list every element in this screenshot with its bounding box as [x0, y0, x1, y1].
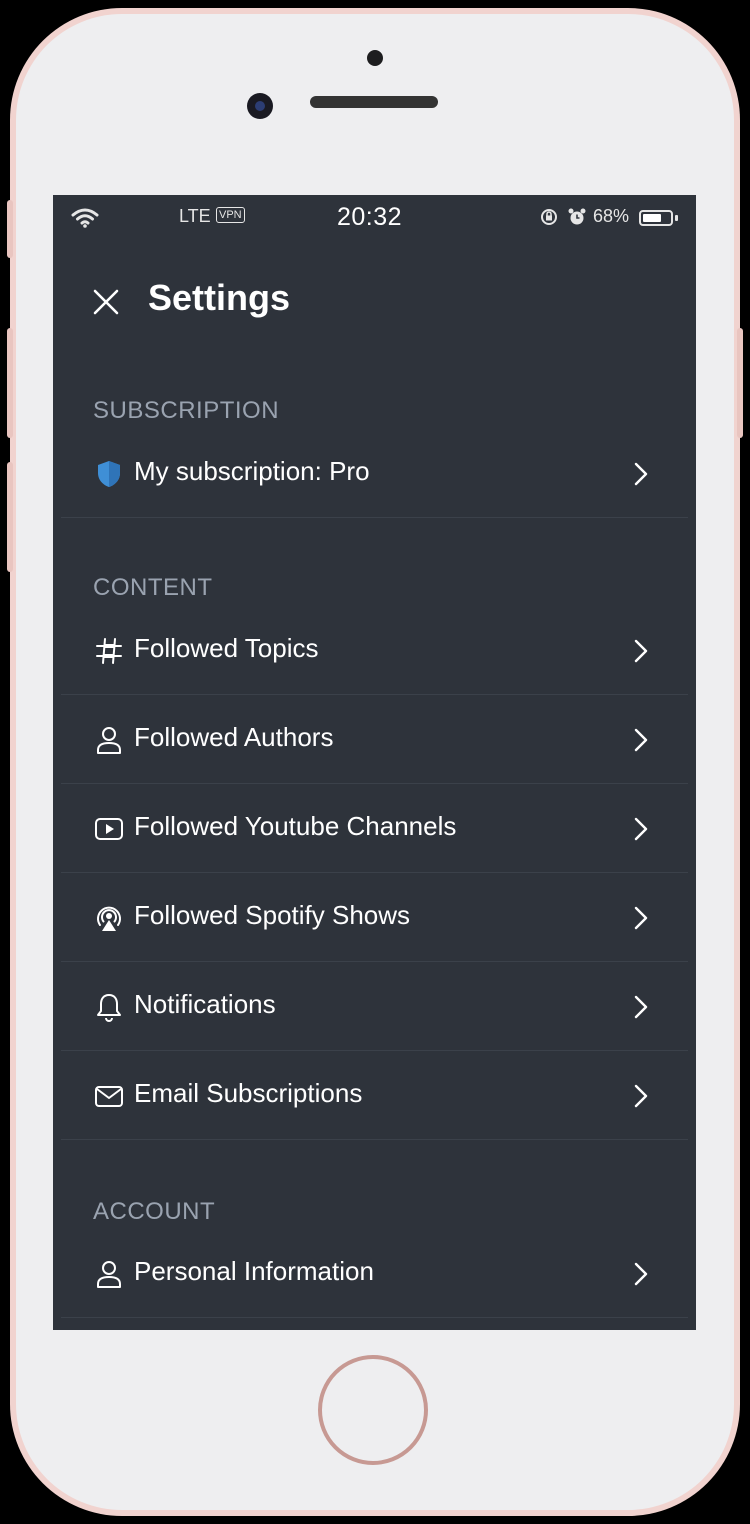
row-label: Notifications [134, 989, 276, 1019]
settings-row-personal-information[interactable]: Personal Information [61, 1229, 688, 1318]
network-type: LTE [179, 206, 211, 226]
settings-row-followed-topics[interactable]: Followed Topics [61, 606, 688, 695]
chevron-right-icon [634, 995, 648, 1019]
status-bar: LTE VPN 20:32 68% [53, 195, 696, 243]
battery-icon [639, 210, 673, 226]
hashtag-icon [96, 638, 122, 664]
row-label: Followed Topics [134, 633, 319, 663]
chevron-right-icon [634, 1262, 648, 1286]
section-label-account: ACCOUNT [93, 1198, 216, 1225]
orientation-lock-icon [541, 209, 557, 225]
chevron-right-icon [634, 462, 648, 486]
podcast-icon [97, 906, 121, 931]
row-label: Personal Information [134, 1256, 374, 1286]
volume-up-button [7, 328, 13, 438]
proximity-sensor [367, 50, 383, 66]
section-label-subscription: SUBSCRIPTION [93, 397, 280, 424]
settings-row-followed-authors[interactable]: Followed Authors [61, 695, 688, 784]
vpn-badge: VPN [216, 207, 245, 223]
alarm-icon [568, 208, 586, 225]
chevron-right-icon [634, 817, 648, 841]
battery-percent: 68% [593, 206, 630, 226]
front-camera [247, 93, 273, 119]
volume-down-button [7, 462, 13, 572]
status-time: 20:32 [337, 203, 403, 231]
settings-row-email-subscriptions[interactable]: Email Subscriptions [61, 1051, 688, 1140]
chevron-right-icon [634, 906, 648, 930]
settings-screen: LTE VPN 20:32 68% Settings SUBSCRIPTION … [53, 195, 696, 1330]
youtube-play-icon [95, 818, 123, 840]
section-label-content: CONTENT [93, 574, 213, 601]
settings-row-followed-spotify-shows[interactable]: Followed Spotify Shows [61, 873, 688, 962]
row-label: Email Subscriptions [134, 1078, 363, 1108]
settings-row-my-subscription[interactable]: My subscription: Pro [61, 429, 688, 518]
close-icon[interactable] [91, 287, 121, 317]
chevron-right-icon [634, 728, 648, 752]
envelope-icon [95, 1086, 123, 1107]
settings-row-notifications[interactable]: Notifications [61, 962, 688, 1051]
row-label: My subscription: Pro [134, 456, 370, 486]
person-icon [97, 1261, 121, 1288]
battery-tip [675, 215, 678, 221]
chevron-right-icon [634, 639, 648, 663]
chevron-right-icon [634, 1084, 648, 1108]
settings-row-followed-youtube-channels[interactable]: Followed Youtube Channels [61, 784, 688, 873]
wifi-icon [71, 208, 99, 228]
shield-icon [98, 461, 120, 487]
power-button [737, 328, 743, 438]
home-button[interactable] [318, 1355, 428, 1465]
battery-fill [643, 214, 661, 222]
page-title: Settings [148, 277, 291, 318]
earpiece-speaker [310, 96, 438, 108]
bell-icon [97, 994, 121, 1022]
row-label: Followed Spotify Shows [134, 900, 411, 930]
person-icon [97, 727, 121, 754]
row-label: Followed Authors [134, 722, 334, 752]
mute-switch [7, 200, 13, 258]
row-label: Followed Youtube Channels [134, 811, 457, 841]
